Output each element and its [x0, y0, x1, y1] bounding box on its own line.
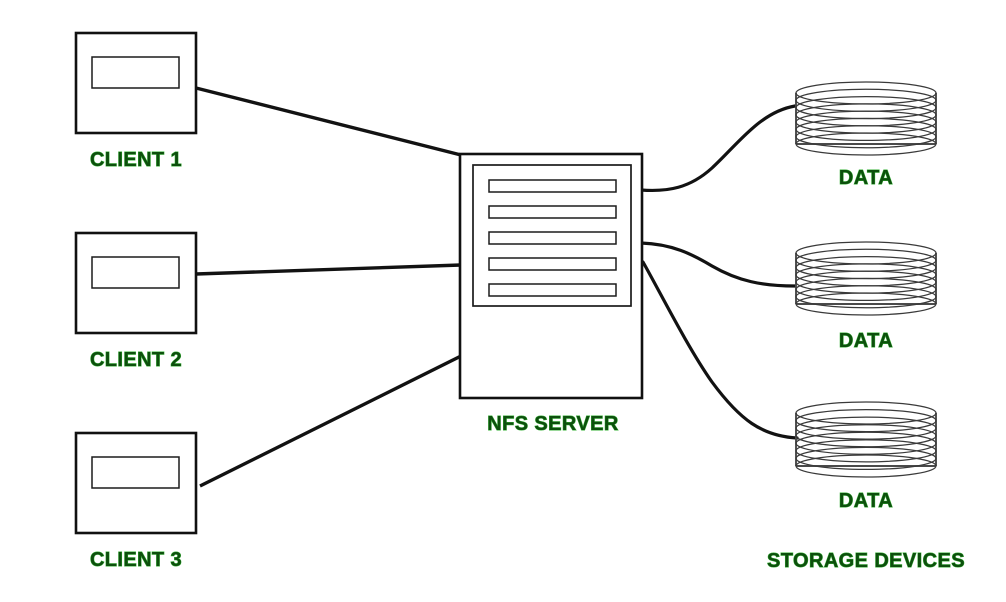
storage-device-2[interactable] [795, 241, 937, 316]
storage-label-3: DATA [839, 490, 893, 512]
connection-curve-storage-1 [639, 104, 797, 193]
client-node-3[interactable] [74, 431, 198, 535]
server-drive-bay-5 [488, 283, 617, 297]
storage-device-3[interactable] [795, 401, 937, 478]
server-drive-bay-3 [488, 231, 617, 245]
storage-device-1[interactable] [795, 81, 937, 156]
server-label: NFS SERVER [487, 413, 619, 435]
client-node-2[interactable] [74, 231, 198, 335]
server-node[interactable] [458, 152, 644, 400]
client-screen-2 [91, 256, 180, 289]
connection-curve-storage-2 [639, 241, 797, 288]
storage-label-2: DATA [839, 330, 893, 352]
server-drive-bay-4 [488, 257, 617, 271]
client-screen-3 [91, 456, 180, 489]
client-label-1: CLIENT 1 [90, 149, 182, 171]
connection-curve-storage-3 [641, 260, 799, 440]
server-drive-bay-1 [488, 179, 617, 193]
diagram-canvas: CLIENT 1 CLIENT 2 CLIENT 3 NFS SERVER DATA DA… [0, 0, 1006, 602]
nfs-architecture-diagram: CLIENT 1 CLIENT 2 CLIENT 3 NFS SERVER DATA DA… [74, 31, 965, 572]
server-drive-bay-2 [488, 205, 617, 219]
storage-label-1: DATA [839, 167, 893, 189]
connection-line-client-2 [195, 263, 462, 276]
connection-line-client-3 [199, 354, 462, 488]
client-screen-1 [91, 56, 180, 89]
storage-group-label: STORAGE DEVICES [767, 550, 965, 572]
client-label-2: CLIENT 2 [90, 349, 182, 371]
client-label-3: CLIENT 3 [90, 549, 182, 571]
connection-line-client-1 [195, 86, 462, 157]
client-node-1[interactable] [74, 31, 198, 135]
